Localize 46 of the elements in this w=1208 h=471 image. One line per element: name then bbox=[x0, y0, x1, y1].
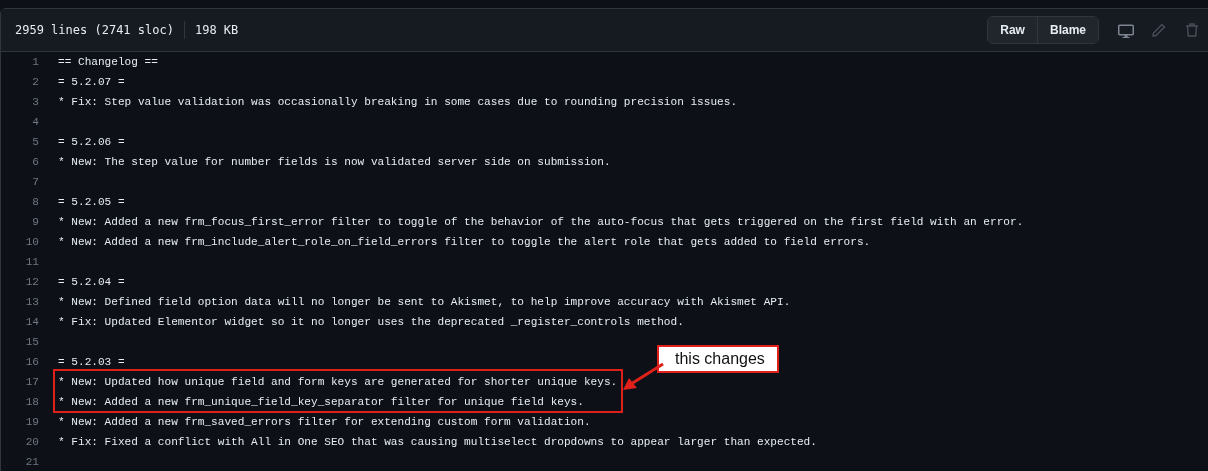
line-number: 9 bbox=[31, 216, 39, 228]
line-number: 6 bbox=[31, 156, 39, 168]
line-number: 7 bbox=[31, 176, 39, 188]
code-line: * Fix: Fixed a conflict with All in One SEO that was causing multiselect dropdowns to appear larger than expected. bbox=[58, 436, 817, 448]
file-size: 198 KB bbox=[194, 23, 239, 37]
code-line: * New: Added a new frm_saved_errors filter for extending custom form validation. bbox=[58, 416, 591, 428]
code-line: = 5.2.04 = bbox=[58, 276, 125, 288]
line-number: 3 bbox=[31, 96, 39, 108]
code-line: * New: Defined field option data will no longer be sent to Akismet, to help improve accuracy with Akismet API. bbox=[58, 296, 791, 308]
code-line: * New: Added a new frm_focus_first_error filter to toggle of the behavior of the auto-focus that gets triggered on the first field with an error. bbox=[58, 216, 1024, 228]
code-line: = 5.2.03 = bbox=[58, 356, 125, 368]
pencil-icon[interactable] bbox=[1151, 22, 1167, 38]
code-line: = 5.2.06 = bbox=[58, 136, 125, 148]
line-number: 17 bbox=[24, 376, 39, 388]
line-number: 10 bbox=[24, 236, 39, 248]
line-count: 2959 lines (2741 sloc) bbox=[15, 23, 174, 37]
line-number: 5 bbox=[31, 136, 39, 148]
code-line: * Fix: Updated Elementor widget so it no longer uses the deprecated _register_controls method. bbox=[58, 316, 684, 328]
code-line: == Changelog == bbox=[58, 56, 158, 68]
line-number: 12 bbox=[24, 276, 39, 288]
line-number: 13 bbox=[24, 296, 39, 308]
code-line: = 5.2.05 = bbox=[58, 196, 125, 208]
line-number: 16 bbox=[24, 356, 39, 368]
code-line: * New: Updated how unique field and form keys are generated for shorter unique keys. bbox=[58, 376, 618, 388]
arrow bbox=[623, 362, 664, 390]
line-number: 14 bbox=[24, 316, 39, 328]
trash-icon[interactable] bbox=[1184, 22, 1200, 38]
code-line: * New: Added a new frm_include_alert_role_on_field_errors filter to toggle the alert role that gets added to field errors. bbox=[58, 236, 871, 248]
line-number: 1 bbox=[31, 56, 39, 68]
monitor-icon[interactable] bbox=[1118, 22, 1134, 38]
code-line: * New: The step value for number fields is now validated server side on submission. bbox=[58, 156, 611, 168]
line-number: 19 bbox=[24, 416, 39, 428]
code-line: = 5.2.07 = bbox=[58, 76, 125, 88]
code-line: * New: Added a new frm_unique_field_key_separator filter for unique field keys. bbox=[58, 396, 584, 408]
line-number: 2 bbox=[31, 76, 39, 88]
callout: this changes bbox=[657, 345, 779, 373]
toolbar-button[interactable]: Blame bbox=[1037, 17, 1098, 43]
line-number: 18 bbox=[24, 396, 39, 408]
toolbar-button[interactable]: Raw bbox=[988, 17, 1038, 43]
line-number: 20 bbox=[24, 436, 39, 448]
line-number: 8 bbox=[31, 196, 39, 208]
line-number: 11 bbox=[24, 256, 39, 268]
line-number: 15 bbox=[24, 336, 39, 348]
line-number: 4 bbox=[31, 116, 39, 128]
code-line: * Fix: Step value validation was occasionally breaking in some cases due to rounding precision issues. bbox=[58, 96, 738, 108]
line-number: 21 bbox=[24, 456, 39, 468]
